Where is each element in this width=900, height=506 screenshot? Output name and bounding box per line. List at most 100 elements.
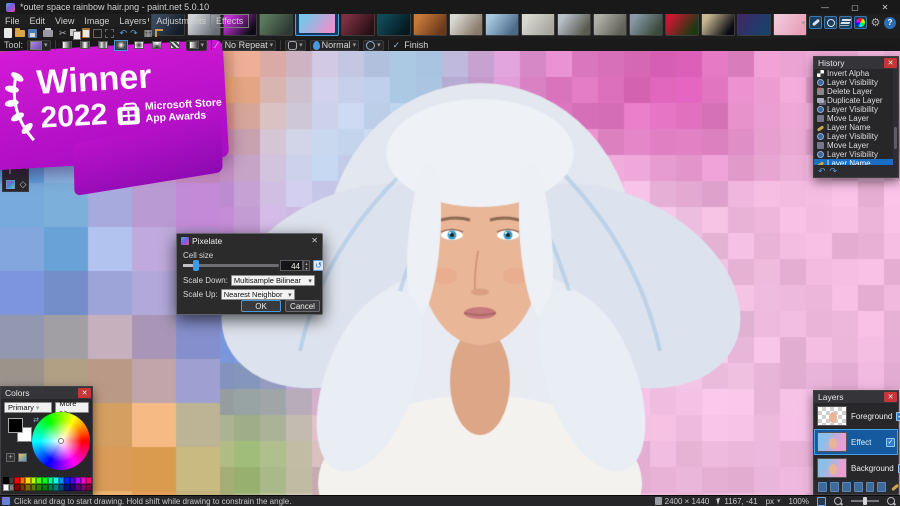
redo-icon[interactable]: ↷ xyxy=(130,28,138,39)
gradient-conical-button[interactable] xyxy=(150,40,164,51)
history-item[interactable]: Move Layer xyxy=(814,114,893,123)
merge-layer-down-button[interactable] xyxy=(853,482,863,492)
zoom-slider-handle[interactable] xyxy=(863,497,867,505)
copy-icon[interactable] xyxy=(69,28,81,40)
history-item[interactable]: Layer Visibility xyxy=(814,132,893,141)
repeat-mode-dropdown[interactable]: No Repeat ▾ xyxy=(221,39,277,51)
grid-icon[interactable]: ▦ xyxy=(144,28,153,39)
history-item[interactable]: Layer Visibility xyxy=(814,150,893,159)
menu-item-view[interactable]: View xyxy=(50,15,79,27)
crop-icon[interactable] xyxy=(92,28,102,39)
menu-item-image[interactable]: Image xyxy=(79,15,114,27)
gradient-tool-button[interactable] xyxy=(4,178,16,190)
history-item[interactable]: Move Layer xyxy=(814,141,893,150)
history-item[interactable]: Delete Layer xyxy=(814,86,893,96)
close-button[interactable]: ✕ xyxy=(870,0,900,14)
move-layer-up-button[interactable] xyxy=(865,482,875,492)
gradient-diamond-button[interactable] xyxy=(96,40,110,51)
curve-style-dropdown[interactable]: ▾ xyxy=(285,39,306,51)
tools-panel-toggle[interactable] xyxy=(809,16,822,29)
minimize-button[interactable]: — xyxy=(810,0,840,14)
history-redo-icon[interactable]: ↷ xyxy=(830,166,838,177)
reset-value-icon[interactable]: ↺ xyxy=(313,260,324,271)
deselect-icon[interactable] xyxy=(104,28,114,39)
cell-size-slider-handle[interactable] xyxy=(193,260,199,271)
layer-row-foreground[interactable]: Foreground✓ xyxy=(814,403,900,429)
shapes-tool-icon[interactable]: ◇ xyxy=(17,178,29,190)
layer-visibility-checkbox[interactable]: ✓ xyxy=(886,437,895,447)
primary-color-swatch[interactable] xyxy=(8,418,23,433)
colors-panel-toggle[interactable] xyxy=(854,16,867,29)
history-close-icon[interactable]: ✕ xyxy=(884,58,897,68)
dialog-close-icon[interactable]: ✕ xyxy=(311,236,318,245)
layers-close-icon[interactable]: ✕ xyxy=(884,392,897,402)
color-wheel[interactable] xyxy=(32,412,90,470)
history-item[interactable]: Invert Alpha xyxy=(814,69,893,78)
palette-manager-icon[interactable] xyxy=(18,453,27,462)
menu-item-adjustments[interactable]: Adjustments xyxy=(151,15,211,27)
save-icon[interactable] xyxy=(28,28,37,39)
menu-item-file[interactable]: File xyxy=(0,15,25,27)
palette-swatch[interactable] xyxy=(86,484,92,491)
palette-swatch[interactable] xyxy=(86,477,92,484)
menu-item-effects[interactable]: Effects xyxy=(209,13,250,28)
zoom-fit-icon[interactable] xyxy=(817,496,826,506)
menu-item-layers[interactable]: Layers xyxy=(114,15,151,27)
layer-row-background[interactable]: Background✓ xyxy=(814,455,900,481)
layers-panel-toggle[interactable] xyxy=(839,16,852,29)
layer-row-effect[interactable]: Effect ✓ xyxy=(814,429,898,455)
gradient-reflected-button[interactable] xyxy=(78,40,92,51)
scale-down-dropdown[interactable]: Multisample Bilinear ▾ xyxy=(230,275,315,286)
unit-dropdown[interactable]: px ▾ xyxy=(766,497,781,506)
move-layer-down-button[interactable] xyxy=(877,482,887,492)
delete-layer-button[interactable] xyxy=(829,482,839,492)
history-undo-icon[interactable]: ↶ xyxy=(818,166,826,177)
settings-gear-icon[interactable]: ⚙ xyxy=(869,16,882,29)
print-icon[interactable] xyxy=(43,27,53,39)
layer-properties-button[interactable] xyxy=(889,482,898,492)
history-item[interactable]: Layer Visibility xyxy=(814,78,893,87)
duplicate-layer-button[interactable] xyxy=(841,482,851,492)
finish-button[interactable]: Finish xyxy=(404,40,428,50)
colors-panel-title[interactable]: Colors ✕ xyxy=(1,387,92,399)
cell-size-input[interactable]: 44 xyxy=(280,260,303,271)
maximize-button[interactable]: ▢ xyxy=(840,0,870,14)
history-item[interactable]: Duplicate Layer xyxy=(814,96,893,105)
gradient-radial-button[interactable] xyxy=(113,39,128,51)
history-panel-toggle[interactable] xyxy=(824,16,837,29)
add-palette-icon[interactable]: + xyxy=(6,453,15,462)
layers-panel-title[interactable]: Layers ✕ xyxy=(814,391,898,403)
colors-close-icon[interactable]: ✕ xyxy=(78,388,91,398)
cut-icon[interactable]: ✂ xyxy=(59,28,67,39)
ruler-icon[interactable] xyxy=(155,28,164,39)
paste-icon[interactable] xyxy=(81,28,90,39)
undo-icon[interactable]: ↶ xyxy=(120,28,128,39)
image-list-overflow-icon[interactable]: ▾ xyxy=(801,19,805,27)
gradient-radial-inv-button[interactable] xyxy=(132,40,146,51)
scale-up-dropdown[interactable]: Nearest Neighbor ▾ xyxy=(220,289,295,300)
color-mode-dropdown[interactable]: Primary ▾ xyxy=(4,402,53,413)
current-tool-button[interactable]: ▾ xyxy=(27,39,51,51)
layer-visibility-checkbox[interactable]: ✓ xyxy=(896,411,900,421)
dialog-title-bar[interactable]: Pixelate ✕ xyxy=(177,234,322,247)
history-item[interactable]: Layer Visibility xyxy=(814,105,893,114)
gradient-spiral-button[interactable] xyxy=(168,40,182,51)
cell-size-spinner[interactable]: ▴ ▾ xyxy=(303,260,310,271)
open-file-icon[interactable] xyxy=(15,27,25,39)
menu-item-edit[interactable]: Edit xyxy=(25,15,51,27)
add-layer-button[interactable] xyxy=(818,482,827,492)
help-icon[interactable]: ? xyxy=(884,16,896,29)
zoom-in-icon[interactable] xyxy=(887,496,896,506)
gradient-linear-button[interactable] xyxy=(60,40,74,51)
antialias-dropdown[interactable]: ▾ xyxy=(363,39,384,51)
history-item[interactable]: Layer Name xyxy=(814,123,893,132)
ok-button[interactable]: OK xyxy=(241,300,281,312)
color-wheel-selector[interactable] xyxy=(58,438,64,444)
gradient-channel-button[interactable]: ▾ xyxy=(185,39,208,51)
zoom-slider[interactable] xyxy=(851,497,879,505)
zoom-out-icon[interactable] xyxy=(834,496,843,506)
blend-mode-dropdown[interactable]: Normal ▾ xyxy=(309,39,360,51)
history-panel-title[interactable]: History ✕ xyxy=(814,57,898,69)
cancel-button[interactable]: Cancel xyxy=(285,300,320,312)
history-scrollbar[interactable] xyxy=(893,69,898,165)
